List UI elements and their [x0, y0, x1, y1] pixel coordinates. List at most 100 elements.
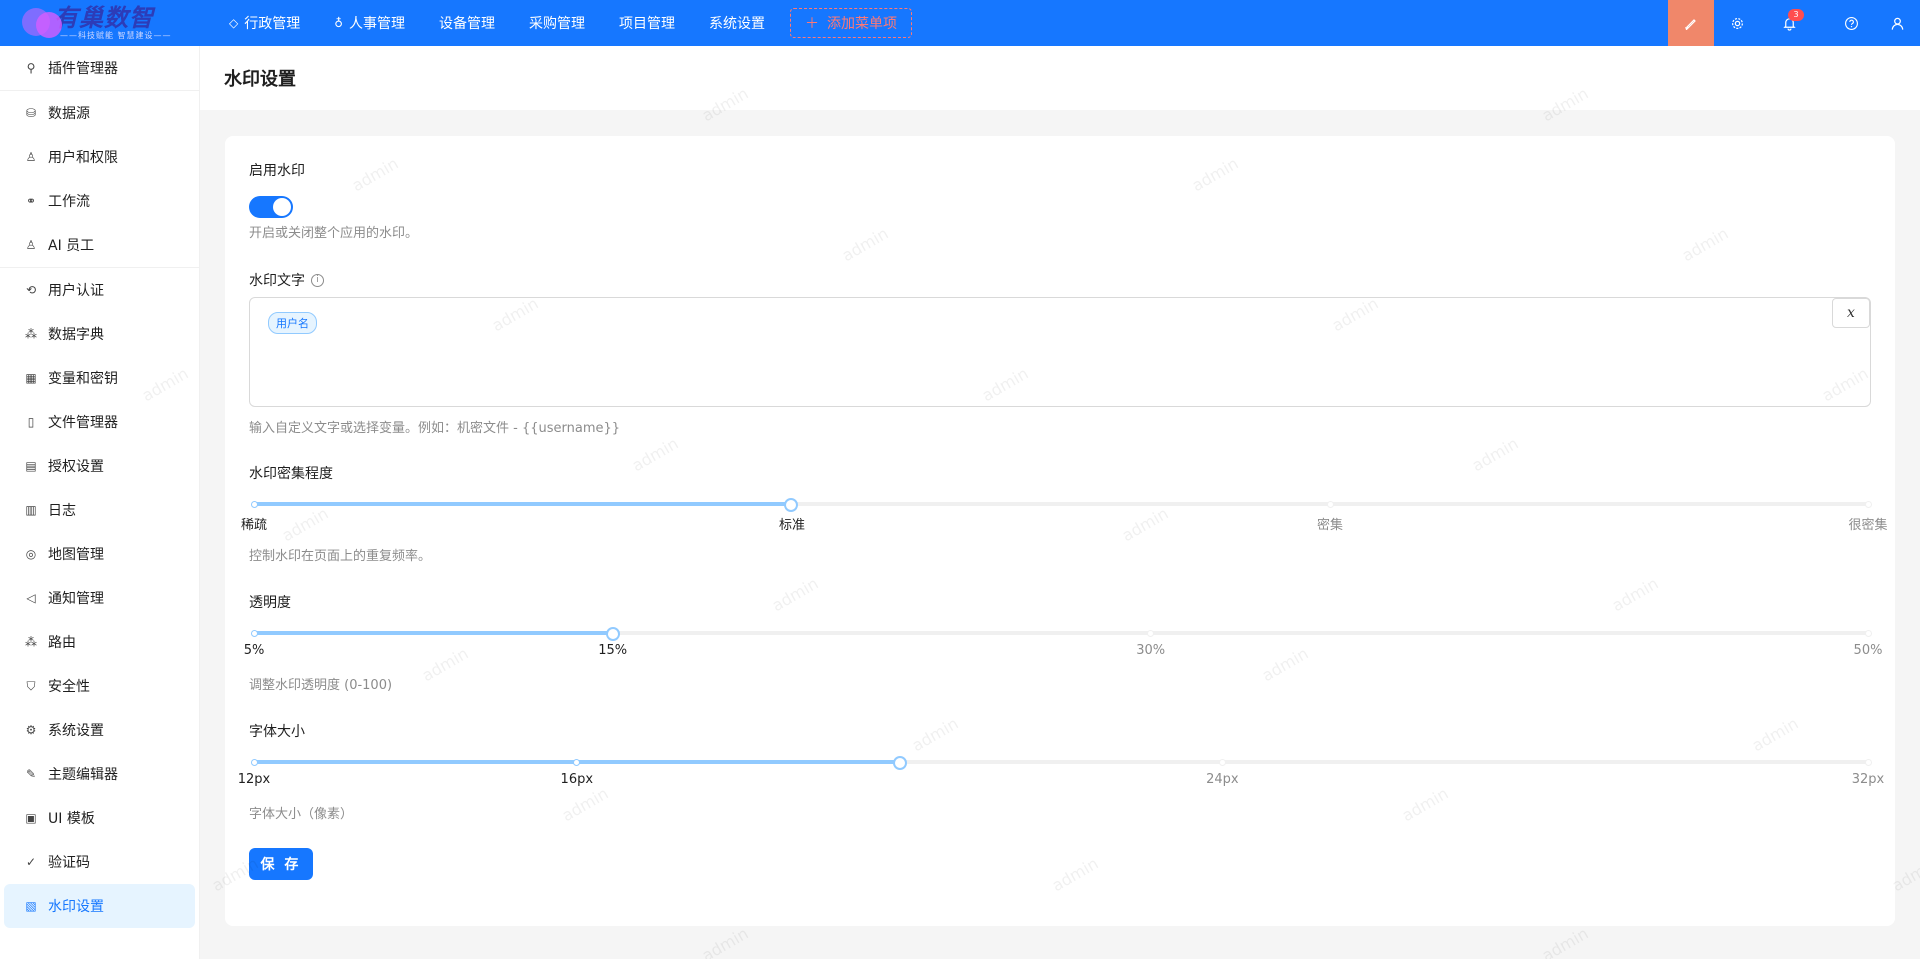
sidebar-item-theme-editor[interactable]: ✎ 主题编辑器 — [4, 752, 195, 796]
density-mark-dense[interactable]: 密集 — [1317, 514, 1343, 533]
logo-mark-icon — [20, 6, 66, 40]
brush-icon — [1685, 19, 1696, 30]
font-size-mark-12[interactable]: 12px — [238, 772, 271, 787]
font-size-slider[interactable]: 12px 16px 24px 32px — [238, 756, 1884, 796]
watermark-text-help: 输入自定义文字或选择变量。例如：机密文件 - {{username}} — [249, 421, 621, 436]
top-nav: ◇ 行政管理 ♁ 人事管理 设备管理 采购管理 项目管理 系统设置 ＋添加菜单项 — [212, 0, 913, 46]
gear-icon — [1731, 17, 1743, 29]
opacity-slider[interactable]: 5% 15% 30% 50% — [244, 627, 1882, 667]
sidebar-item-system-settings[interactable]: ⚙ 系统设置 — [4, 708, 195, 752]
opacity-dot-3[interactable] — [1864, 630, 1872, 637]
nav-item-procurement[interactable]: 采购管理 — [512, 0, 602, 46]
sidebar-item-watermark[interactable]: ▧ 水印设置 — [4, 884, 195, 928]
sidebar-item-logs[interactable]: ▥ 日志 — [4, 488, 195, 532]
watermark-settings-card: 启用水印 开启或关闭整个应用的水印。 水印文字 i 用户名 x 输入自定义文字或… — [225, 136, 1895, 926]
info-icon[interactable]: i — [311, 273, 324, 287]
opacity-dot-0[interactable] — [250, 630, 258, 637]
opacity-mark-30[interactable]: 30% — [1136, 643, 1165, 658]
opacity-mark-5[interactable]: 5% — [244, 643, 265, 658]
font-size-handle[interactable] — [892, 756, 907, 770]
font-size-dot-2[interactable] — [1218, 759, 1226, 766]
font-size-mark-16[interactable]: 16px — [561, 772, 594, 787]
sidebar-item-security[interactable]: ⛉ 安全性 — [4, 664, 195, 708]
watermark-text-field-label: 水印文字 i — [249, 270, 324, 290]
density-track — [254, 502, 792, 506]
brand-logo[interactable]: 有巢数智 ——科技赋能 智慧建设—— — [0, 0, 200, 46]
density-dot-2[interactable] — [1326, 501, 1334, 508]
sidebar-item-workflow[interactable]: ⚭ 工作流 — [4, 179, 195, 223]
watermark-text-label: 水印文字 — [249, 273, 305, 289]
density-mark-standard[interactable]: 标准 — [779, 514, 805, 533]
sidebar-item-plugin-manager[interactable]: ⚲ 插件管理器 — [4, 46, 195, 90]
opacity-handle[interactable] — [605, 627, 620, 641]
density-mark-very-dense[interactable]: 很密集 — [1848, 514, 1887, 533]
opacity-mark-50[interactable]: 50% — [1854, 643, 1883, 658]
font-size-mark-24[interactable]: 24px — [1206, 772, 1239, 787]
user-permission-icon: ♙ — [25, 150, 37, 164]
save-button[interactable]: 保 存 — [249, 848, 313, 880]
font-size-dot-3[interactable] — [1864, 759, 1872, 766]
username-variable-tag[interactable]: 用户名 — [268, 312, 317, 334]
watermark-text-input[interactable]: 用户名 x — [249, 297, 1871, 407]
sidebar-item-user-auth[interactable]: ⟲ 用户认证 — [4, 268, 195, 312]
font-size-label: 字体大小 — [249, 724, 305, 740]
sidebar-item-captcha[interactable]: ✓ 验证码 — [4, 840, 195, 884]
density-dot-3[interactable] — [1864, 501, 1872, 508]
variable-picker-button[interactable]: x — [1832, 298, 1870, 328]
density-label: 水印密集程度 — [249, 466, 333, 482]
sidebar-item-variables-secrets[interactable]: ▦ 变量和密钥 — [4, 356, 195, 400]
help-button[interactable] — [1828, 0, 1874, 46]
enable-watermark-label: 启用水印 — [249, 163, 305, 179]
font-size-mark-32[interactable]: 32px — [1852, 772, 1885, 787]
enable-watermark-switch[interactable] — [249, 196, 293, 218]
density-slider[interactable]: 稀疏 标准 密集 很密集 — [241, 498, 1888, 538]
opacity-track — [254, 631, 613, 635]
plugin-icon: ⚲ — [26, 61, 36, 75]
lightbulb-icon: ♁ — [334, 16, 344, 30]
opacity-help: 调整水印透明度 (0-100) — [249, 678, 393, 693]
sidebar-item-notifications[interactable]: ◁ 通知管理 — [4, 576, 195, 620]
brand-title: 有巢数智 — [54, 4, 154, 32]
add-menu-item-button[interactable]: ＋添加菜单项 — [790, 8, 913, 38]
sidebar-item-data-source[interactable]: ⛁ 数据源 — [4, 91, 195, 135]
sidebar-item-users-permissions[interactable]: ♙ 用户和权限 — [4, 135, 195, 179]
nav-item-equipment[interactable]: 设备管理 — [422, 0, 512, 46]
sidebar-item-routes[interactable]: ⁂ 路由 — [4, 620, 195, 664]
density-dot-0[interactable] — [250, 501, 258, 508]
megaphone-icon: ◁ — [26, 591, 36, 605]
route-icon: ⁂ — [25, 635, 37, 649]
density-mark-sparse[interactable]: 稀疏 — [241, 514, 267, 533]
sidebar-item-ai-employee[interactable]: ♙ AI 员工 — [4, 223, 195, 267]
gear-icon: ⚙ — [25, 723, 37, 737]
nav-item-hr[interactable]: ♁ 人事管理 — [317, 0, 422, 46]
top-bar: 有巢数智 ——科技赋能 智慧建设—— ◇ 行政管理 ♁ 人事管理 设备管理 采购管理… — [0, 0, 1920, 46]
font-size-help: 字体大小（像素） — [249, 807, 354, 822]
page-title: 水印设置 — [224, 69, 296, 90]
density-handle[interactable] — [784, 498, 799, 512]
sidebar-item-license[interactable]: ▤ 授权设置 — [4, 444, 195, 488]
settings-button[interactable] — [1714, 0, 1760, 46]
sidebar-item-map[interactable]: ◎ 地图管理 — [4, 532, 195, 576]
watermark-icon: ▧ — [25, 899, 37, 913]
nav-item-projects[interactable]: 项目管理 — [602, 0, 692, 46]
opacity-label: 透明度 — [249, 595, 291, 611]
database-icon: ⛁ — [25, 106, 37, 120]
opacity-mark-15[interactable]: 15% — [598, 643, 627, 658]
theme-brush-button[interactable] — [1668, 0, 1714, 46]
workflow-icon: ⚭ — [25, 194, 37, 208]
dictionary-icon: ⁂ — [25, 327, 37, 341]
font-size-dot-1[interactable] — [573, 759, 581, 766]
density-help: 控制水印在页面上的重复频率。 — [249, 549, 432, 564]
opacity-dot-2[interactable] — [1147, 630, 1155, 637]
font-size-dot-0[interactable] — [250, 759, 258, 766]
license-icon: ▤ — [25, 459, 37, 473]
notifications-button[interactable]: 3 — [1766, 0, 1812, 46]
file-icon: ▯ — [27, 415, 35, 429]
sidebar-item-data-dictionary[interactable]: ⁂ 数据字典 — [4, 312, 195, 356]
login-icon: ⟲ — [25, 283, 37, 297]
user-menu-button[interactable] — [1874, 0, 1920, 46]
sidebar-item-ui-templates[interactable]: ▣ UI 模板 — [4, 796, 195, 840]
nav-item-system-settings[interactable]: 系统设置 — [692, 0, 782, 46]
sidebar-item-file-manager[interactable]: ▯ 文件管理器 — [4, 400, 195, 444]
nav-item-administration[interactable]: ◇ 行政管理 — [212, 0, 317, 46]
